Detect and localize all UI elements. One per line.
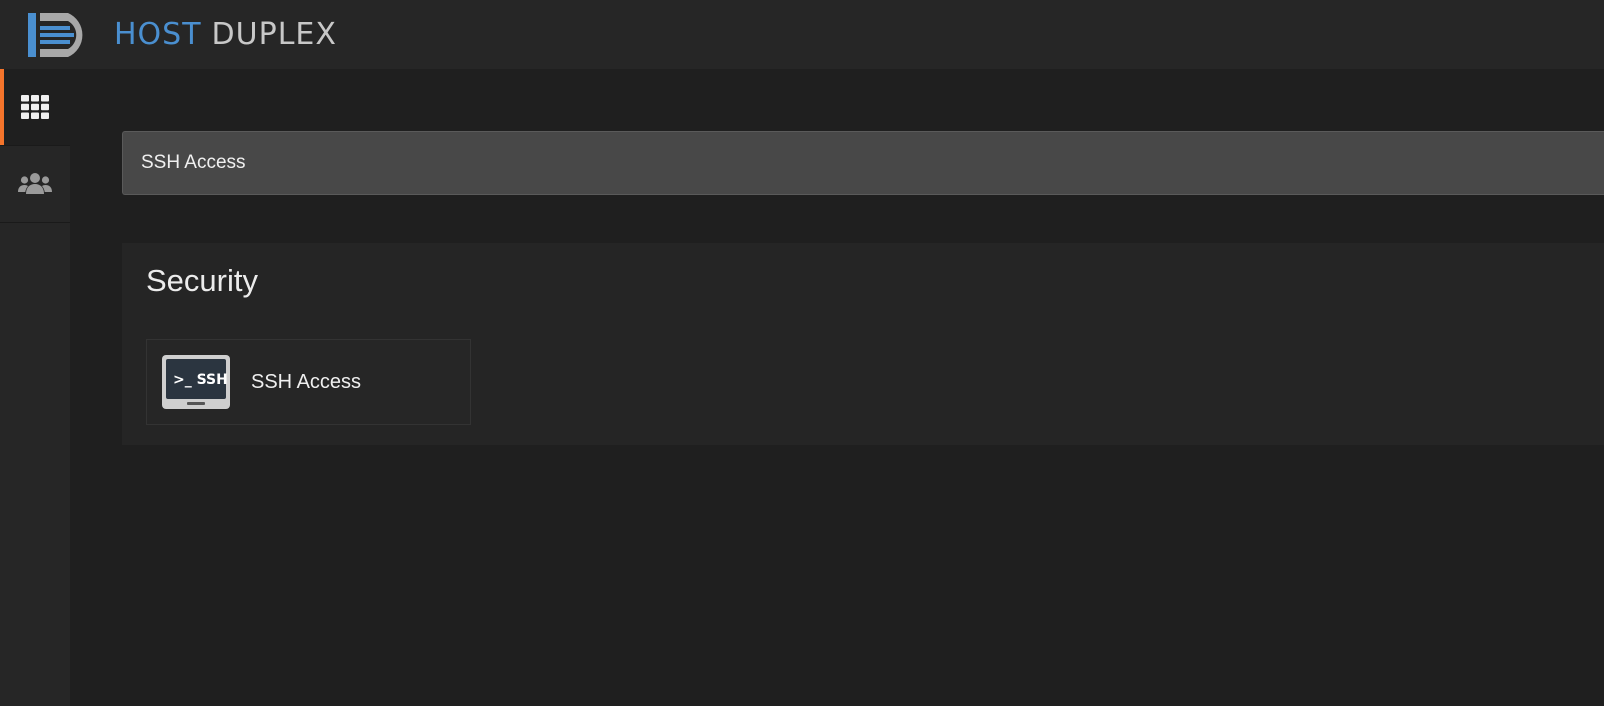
search-input[interactable]: SSH Access bbox=[122, 131, 1604, 195]
security-section: Security >_ SSH SSH Access bbox=[122, 243, 1604, 445]
section-title: Security bbox=[146, 263, 258, 298]
brand-host: HOST bbox=[114, 16, 202, 52]
main-content: SSH Access Security >_ SSH SSH Access bbox=[70, 69, 1604, 706]
logo-icon bbox=[28, 12, 83, 57]
users-icon bbox=[18, 173, 52, 194]
sidebar-item-tools[interactable] bbox=[0, 69, 70, 146]
ssh-icon-text: >_ SSH bbox=[173, 372, 228, 388]
grid-icon bbox=[21, 95, 49, 119]
sidebar bbox=[0, 69, 70, 706]
tool-label: SSH Access bbox=[251, 370, 362, 393]
ssh-access-tool[interactable]: >_ SSH SSH Access bbox=[146, 339, 471, 425]
sidebar-item-users[interactable] bbox=[0, 146, 70, 223]
brand-logo[interactable]: HOST DUPLEX bbox=[26, 0, 337, 69]
brand-name: HOST DUPLEX bbox=[114, 16, 337, 52]
brand-duplex: DUPLEX bbox=[211, 16, 337, 52]
top-bar: HOST DUPLEX bbox=[0, 0, 1604, 69]
ssh-terminal-icon: >_ SSH bbox=[162, 355, 230, 409]
